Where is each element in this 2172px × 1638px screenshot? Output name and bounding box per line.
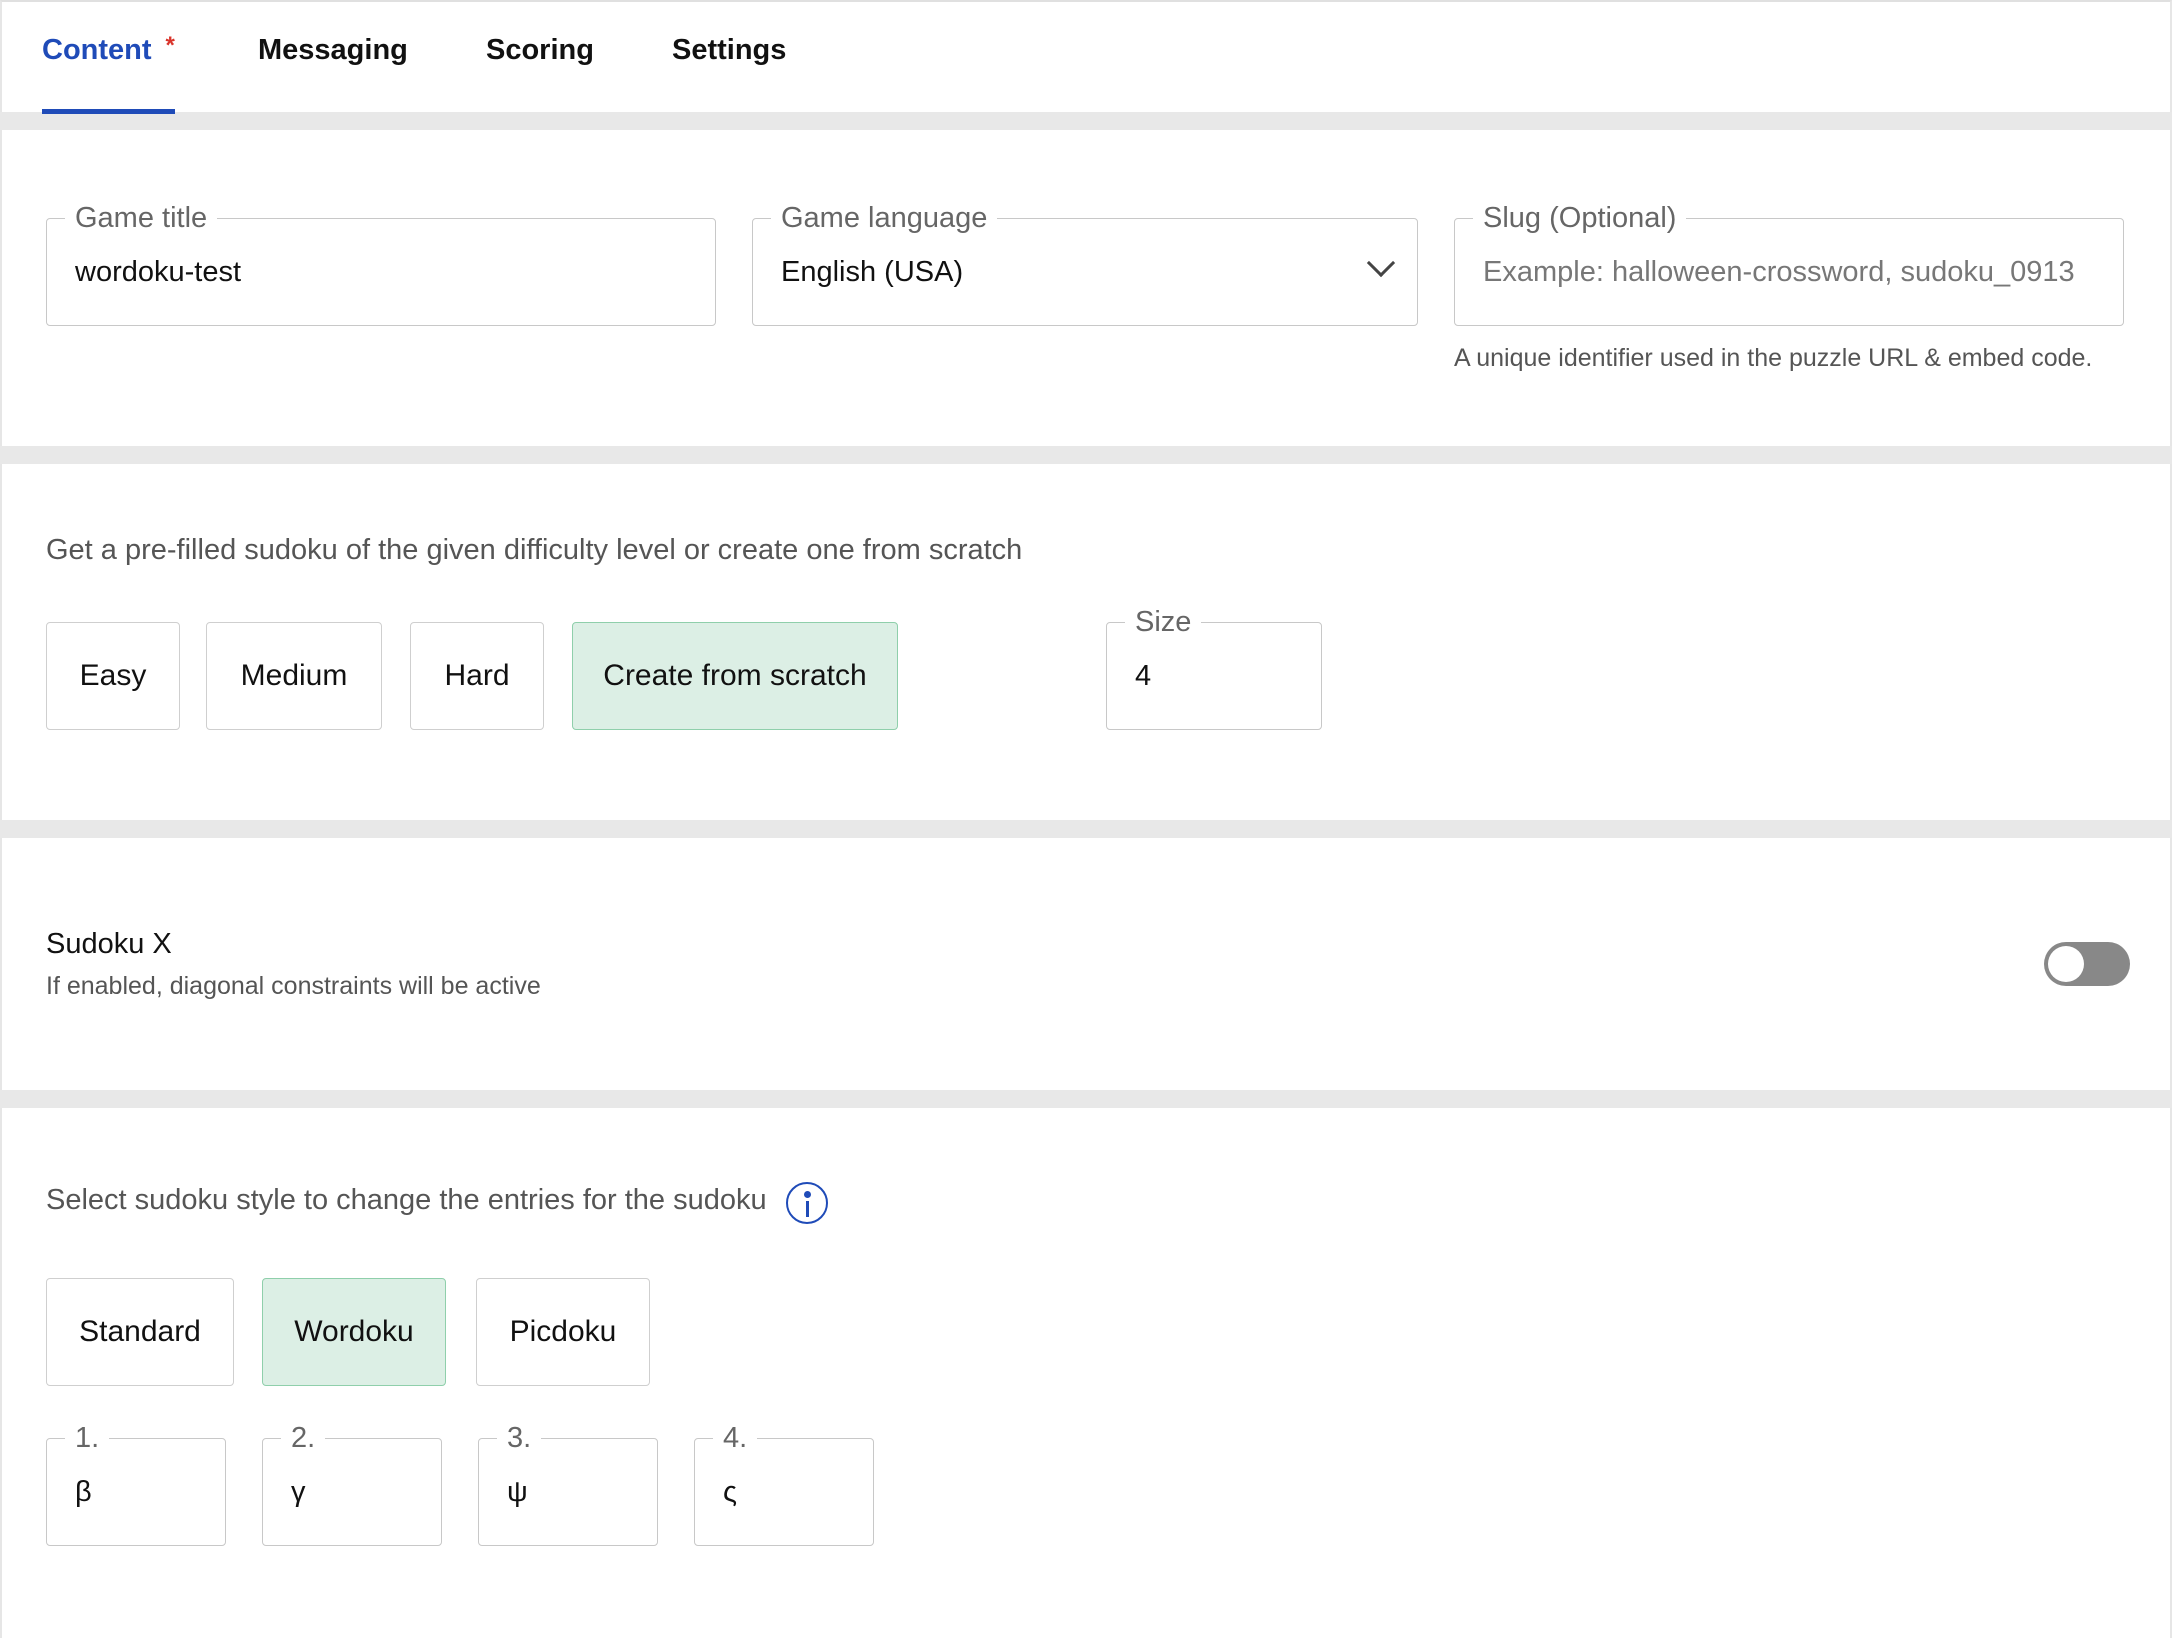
- tab-bar: Content * Messaging Scoring Settings: [0, 0, 2172, 114]
- tab-scoring-label: Scoring: [486, 34, 594, 66]
- style-prompt: Select sudoku style to change the entrie…: [46, 1184, 767, 1216]
- info-icon[interactable]: [786, 1182, 828, 1224]
- tab-settings[interactable]: Settings: [672, 34, 786, 114]
- slug-placeholder: Example: halloween-crossword, sudoku_091…: [1483, 255, 2075, 288]
- create-from-scratch-button[interactable]: Create from scratch: [572, 622, 898, 730]
- tab-settings-label: Settings: [672, 34, 787, 66]
- standard-button[interactable]: Standard: [46, 1278, 234, 1386]
- info-icon-bar: [806, 1201, 809, 1217]
- entry-value-2: γ: [291, 1475, 306, 1508]
- sudoku-x-toggle[interactable]: [2044, 942, 2130, 986]
- active-tab-underline: [42, 109, 175, 114]
- toggle-knob: [2048, 946, 2084, 982]
- size-value: 4: [1135, 659, 1152, 692]
- tab-content-label: Content: [42, 34, 152, 66]
- slug-helper-text: A unique identifier used in the puzzle U…: [1454, 344, 2093, 372]
- sudoku-x-description: If enabled, diagonal constraints will be…: [46, 972, 541, 1000]
- slug-field[interactable]: Slug (Optional) Example: halloween-cross…: [1454, 198, 2124, 326]
- tab-content[interactable]: Content *: [42, 32, 175, 114]
- entry-value-3: ψ: [507, 1475, 528, 1508]
- page: Content * Messaging Scoring Settings Game…: [0, 0, 2172, 1638]
- chevron-down-icon: [1366, 248, 1396, 278]
- basics-card: Game title wordoku-test Game language En…: [0, 130, 2172, 446]
- game-title-field[interactable]: Game title wordoku-test: [46, 198, 716, 326]
- entry-value-4: ς: [723, 1475, 737, 1508]
- difficulty-card: Get a pre-filled sudoku of the given dif…: [0, 464, 2172, 820]
- entry-field-4[interactable]: 4. ς: [694, 1418, 874, 1546]
- style-card: Select sudoku style to change the entrie…: [0, 1108, 2172, 1638]
- info-icon-dot: [804, 1191, 811, 1198]
- entry-field-2[interactable]: 2. γ: [262, 1418, 442, 1546]
- game-language-value: English (USA): [781, 255, 964, 288]
- required-star: *: [165, 32, 175, 59]
- entry-field-3[interactable]: 3. ψ: [478, 1418, 658, 1546]
- wordoku-button[interactable]: Wordoku: [262, 1278, 446, 1386]
- difficulty-prompt: Get a pre-filled sudoku of the given dif…: [46, 534, 1023, 566]
- entry-value-1: β: [75, 1475, 92, 1508]
- easy-button[interactable]: Easy: [46, 622, 180, 730]
- game-title-value: wordoku-test: [75, 255, 242, 288]
- tab-messaging-label: Messaging: [258, 34, 408, 66]
- game-language-select[interactable]: Game language English (USA): [752, 198, 1418, 326]
- tab-messaging[interactable]: Messaging: [258, 34, 408, 114]
- tab-scoring[interactable]: Scoring: [486, 34, 594, 114]
- medium-button[interactable]: Medium: [206, 622, 382, 730]
- picdoku-button[interactable]: Picdoku: [476, 1278, 650, 1386]
- entry-field-1[interactable]: 1. β: [46, 1418, 226, 1546]
- sudoku-x-title: Sudoku X: [46, 928, 172, 960]
- sudoku-x-card: Sudoku X If enabled, diagonal constraint…: [0, 838, 2172, 1090]
- size-field[interactable]: Size 4: [1106, 602, 1322, 730]
- hard-button[interactable]: Hard: [410, 622, 544, 730]
